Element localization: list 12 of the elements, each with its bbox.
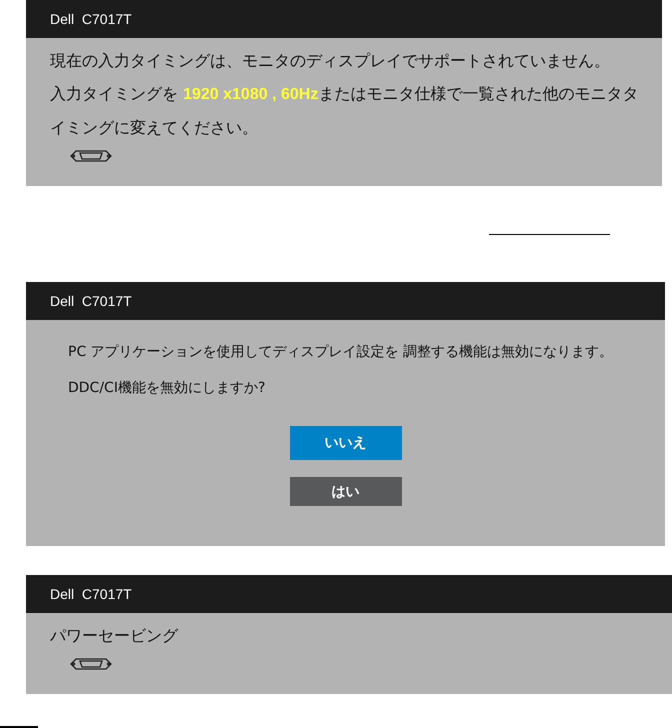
window-title: Dell C7017T: [26, 282, 665, 320]
connector-icon: [68, 148, 114, 164]
connector-icon: [68, 656, 114, 672]
window-title: Dell C7017T: [26, 0, 662, 38]
option-button[interactable]: はい: [290, 477, 402, 506]
message-text: パワーセービング: [50, 625, 180, 647]
selected-button[interactable]: いいえ: [290, 426, 402, 460]
message-text: 入力タイミングを 1920 x1080 , 60Hz またはモニタ仕様で一覧された他のモニタタイミングに変えてください。: [50, 83, 640, 139]
window-title: Dell C7017T: [26, 575, 672, 613]
message-text: DDC/CI機能を無効にしますか?: [68, 379, 266, 398]
message-text: PC アプリケーションを使用してディスプレイ設定を 調整する機能は無効になります。: [68, 343, 614, 362]
message-text: 現在の入力タイミングは、モニタのディスプレイでサポートされていません。: [50, 50, 611, 72]
